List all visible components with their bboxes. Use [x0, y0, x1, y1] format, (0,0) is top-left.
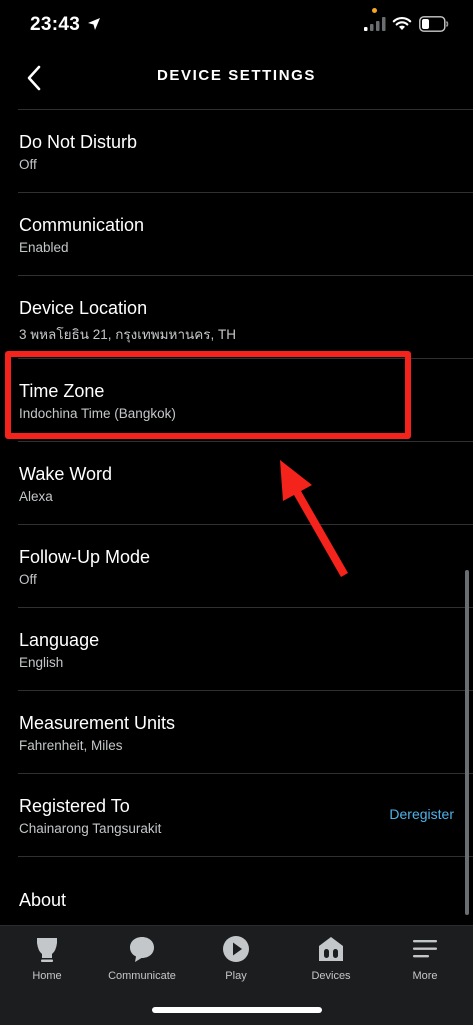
setting-title: Do Not Disturb — [19, 132, 138, 152]
setting-title: About — [19, 890, 67, 910]
setting-title: Measurement Units — [19, 713, 176, 733]
tab-play[interactable]: Play — [191, 934, 281, 982]
setting-value: Off — [19, 157, 37, 172]
setting-title: Registered To — [19, 796, 130, 816]
tab-label: Communicate — [108, 970, 176, 982]
tab-label: More — [412, 970, 438, 982]
settings-list: Do Not Disturb Off Communication Enabled… — [0, 109, 473, 939]
status-time: 23:43 — [30, 14, 81, 35]
tab-more[interactable]: More — [380, 934, 470, 982]
setting-title: Communication — [19, 215, 145, 235]
setting-title: Language — [19, 630, 100, 650]
status-bar: 23:43 — [0, 0, 473, 52]
annotation-arrow-icon — [280, 460, 348, 577]
highlight-annotation-box — [5, 351, 411, 439]
page-title: DEVICE SETTINGS — [156, 67, 317, 84]
scrollbar[interactable] — [465, 570, 469, 915]
tab-label: Devices — [311, 970, 351, 982]
setting-value: Chainarong Tangsurakit — [19, 821, 162, 836]
home-icon — [37, 938, 57, 962]
deregister-link[interactable]: Deregister — [389, 806, 454, 822]
setting-communication[interactable]: Communication Enabled — [18, 192, 473, 275]
setting-value: English — [19, 655, 64, 670]
setting-device-location[interactable]: Device Location 3 พหลโยธิน 21, กรุงเทพมห… — [18, 275, 473, 358]
tab-label: Home — [32, 970, 62, 982]
cellular-signal-icon — [364, 17, 386, 31]
tab-home[interactable]: Home — [2, 934, 92, 982]
navigation-header: DEVICE SETTINGS — [0, 52, 473, 110]
setting-registered-to: Registered To Chainarong Tangsurakit Der… — [18, 773, 473, 856]
tab-communicate[interactable]: Communicate — [97, 934, 187, 982]
devices-icon — [319, 937, 343, 961]
battery-icon — [419, 16, 449, 32]
setting-value: Off — [19, 572, 37, 587]
setting-language[interactable]: Language English — [18, 607, 473, 690]
setting-do-not-disturb[interactable]: Do Not Disturb Off — [18, 109, 473, 192]
chat-bubble-icon — [130, 937, 154, 962]
setting-wake-word[interactable]: Wake Word Alexa — [18, 441, 473, 524]
wifi-icon — [392, 17, 412, 30]
tab-devices[interactable]: Devices — [286, 934, 376, 982]
setting-value: Enabled — [19, 240, 69, 255]
setting-follow-up-mode[interactable]: Follow-Up Mode Off — [18, 524, 473, 607]
menu-icon — [413, 940, 437, 958]
setting-measurement-units[interactable]: Measurement Units Fahrenheit, Miles — [18, 690, 473, 773]
tab-label: Play — [225, 970, 247, 982]
setting-value: Alexa — [19, 489, 53, 504]
play-icon — [223, 936, 249, 962]
setting-title: Device Location — [19, 298, 148, 318]
setting-title: Follow-Up Mode — [19, 547, 151, 567]
location-arrow-icon — [88, 18, 100, 30]
privacy-indicator-dot — [372, 8, 377, 13]
setting-value: Fahrenheit, Miles — [19, 738, 123, 753]
home-indicator[interactable] — [152, 1007, 322, 1013]
setting-value: 3 พหลโยธิน 21, กรุงเทพมหานคร, TH — [19, 327, 237, 342]
setting-title: Wake Word — [19, 464, 113, 484]
